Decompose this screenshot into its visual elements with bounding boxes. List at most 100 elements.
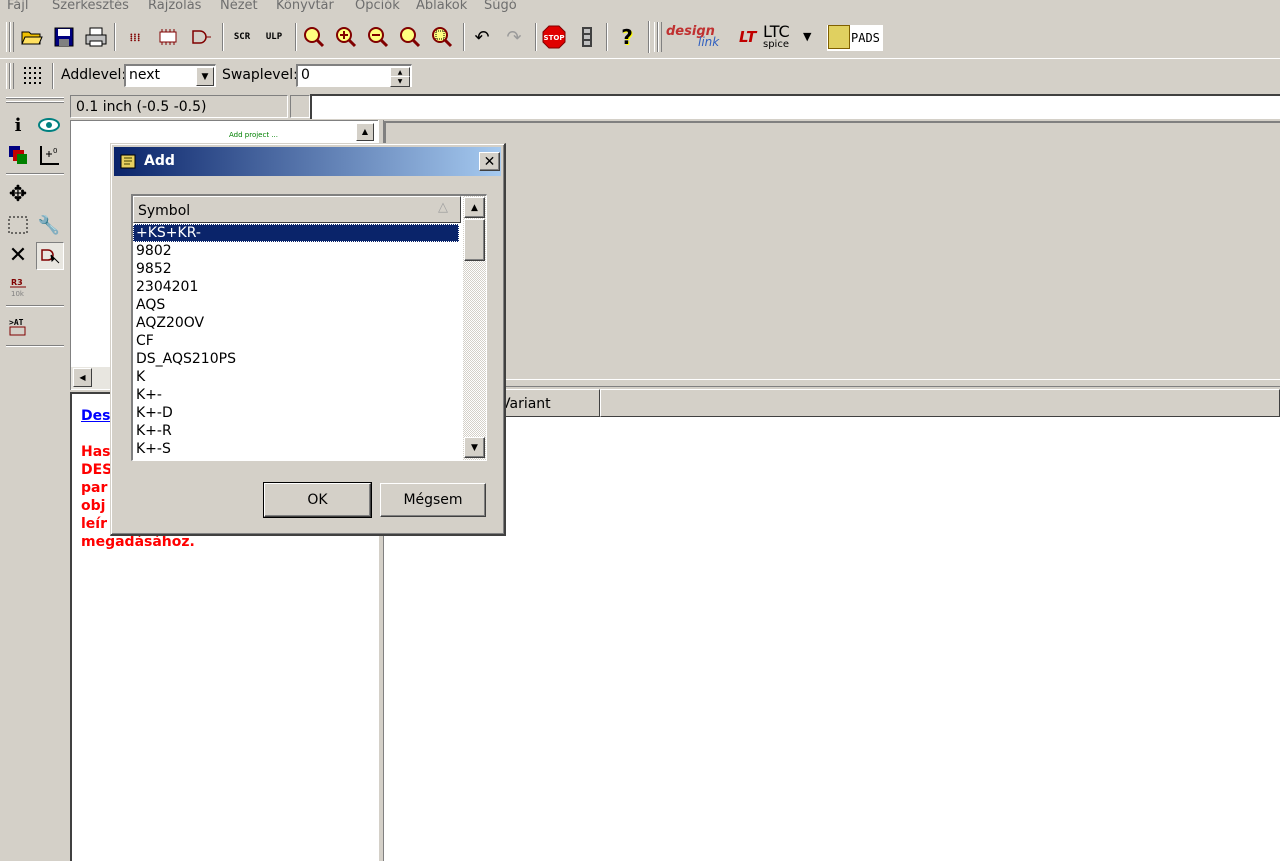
swaplevel-spinner[interactable]: 0 ▲ ▼ [296,64,412,87]
info-icon[interactable]: i [5,112,31,138]
list-item[interactable]: 9802 [133,242,459,260]
toolbar-separator [114,23,116,51]
list-item[interactable]: AQS [133,296,459,314]
dropdown-arrow-icon[interactable]: ▼ [803,30,811,43]
toolbar-separator [606,23,608,51]
scroll-down-icon[interactable]: ▼ [464,437,485,458]
list-item[interactable]: K+-R [133,422,459,440]
pads-logo-icon [828,25,850,49]
list-item[interactable]: 2304201 [133,278,459,296]
toolbar-separator [295,23,297,51]
toolbar-separator [52,63,54,89]
undo-icon[interactable]: ↶ [470,25,494,49]
menu-draw[interactable]: Rajzolás [148,0,201,13]
add-dialog: Add ✕ Symbol △ +KS+KR- 9802 9852 2304201… [110,143,506,536]
scroll-thumb[interactable] [464,219,485,261]
netlist-icon[interactable]: ⁞⁞⁞ [123,25,147,49]
command-line-input[interactable] [310,94,1280,119]
add-component-icon[interactable] [36,242,64,270]
zoom-select-icon[interactable] [430,25,454,49]
group-select-icon[interactable] [5,212,31,238]
attribute-icon[interactable]: >AT [5,313,31,339]
zoom-out-icon[interactable] [366,25,390,49]
toolbar-grip[interactable] [10,22,14,52]
list-item[interactable]: AQZ20OV [133,314,459,332]
description-link[interactable]: Des [81,408,110,424]
description-line: obj [81,498,106,514]
list-item[interactable]: CF [133,332,459,350]
column-header-empty[interactable] [600,389,1280,417]
cancel-button[interactable]: Mégsem [380,483,486,517]
toolbar-grip[interactable] [6,101,64,103]
menu-file[interactable]: Fájl [7,0,28,13]
ok-button[interactable]: OK [263,482,372,518]
swaplevel-value: 0 [301,67,310,83]
list-vscrollbar[interactable]: ▲ ▼ [463,196,486,460]
symbol-list[interactable]: Symbol △ +KS+KR- 9802 9852 2304201 AQS A… [131,194,487,461]
list-body: +KS+KR- 9802 9852 2304201 AQS AQZ20OV CF… [133,224,461,460]
save-icon[interactable] [52,25,76,49]
scroll-up-icon[interactable]: ▲ [464,197,485,218]
help-question-icon[interactable]: ? [615,25,639,49]
dialog-titlebar[interactable]: Add ✕ [114,147,501,176]
toolbar-separator [535,23,537,51]
ltspice-button[interactable]: LT LTC spice ▼ [737,22,823,52]
show-eye-icon[interactable] [36,112,62,138]
list-item[interactable]: K [133,368,459,386]
menu-windows[interactable]: Ablakok [416,0,467,13]
addlevel-select[interactable]: next ▼ [124,64,216,87]
list-item[interactable]: K+-D [133,404,459,422]
layer-display-icon[interactable] [5,142,31,168]
list-item[interactable]: DS_AQS210PS [133,350,459,368]
zoom-redraw-icon[interactable] [398,25,422,49]
ulp-icon[interactable]: ULP [262,25,286,49]
scroll-up-icon[interactable]: ▲ [356,123,374,141]
gate-icon[interactable] [189,25,213,49]
redo-icon[interactable]: ↷ [502,25,526,49]
menu-help[interactable]: Súgó [484,0,517,13]
script-icon[interactable]: SCR [230,25,254,49]
name-tag-icon[interactable]: R3 10k [5,274,31,300]
zoom-fit-icon[interactable] [302,25,326,49]
move-icon[interactable]: ✥ [5,181,31,207]
command-toolbar: i 0 ✥ 🔧 ✕ R3 10k >AT [0,93,68,861]
list-item-selected[interactable]: +KS+KR- [133,224,459,242]
column-header-symbol[interactable]: Symbol △ [133,196,461,223]
description-line: Has [81,444,111,460]
component-icon[interactable] [156,25,180,49]
pads-button[interactable]: PADS [827,25,883,51]
open-icon[interactable] [20,25,44,49]
toolbar-grip[interactable] [658,22,662,52]
delete-icon[interactable]: ✕ [5,242,31,268]
toolbar-grip[interactable] [10,63,14,89]
list-item[interactable]: 9852 [133,260,459,278]
toolbar-grip[interactable] [6,97,64,99]
change-wrench-icon[interactable]: 🔧 [36,212,62,238]
list-item[interactable]: K+-S [133,440,459,458]
mark-coordinate-icon[interactable]: 0 [36,142,62,168]
menu-edit[interactable]: Szerkesztés [52,0,129,13]
list-item[interactable]: K+- [133,386,459,404]
svg-text:0: 0 [53,147,57,155]
close-icon[interactable]: ✕ [479,152,500,171]
grid-icon[interactable] [20,63,44,87]
menu-library[interactable]: Könyvtár [276,0,334,13]
menu-bar: Fájl Szerkesztés Rajzolás Nézet Könyvtár… [0,0,1280,16]
menu-options[interactable]: Opciók [355,0,400,13]
horizontal-splitter[interactable] [384,379,1280,387]
print-icon[interactable] [84,25,108,49]
toolbar-separator [648,21,650,53]
command-separator [290,95,310,118]
menu-view[interactable]: Nézet [220,0,258,13]
scroll-left-icon[interactable]: ◀ [73,368,92,387]
go-icon[interactable] [575,25,599,49]
stop-icon[interactable]: STOP [542,25,566,49]
variant-table: Variant [384,389,1280,861]
description-line: megadásához. [81,534,195,550]
sort-ascending-icon: △ [438,200,448,215]
spin-down-icon[interactable]: ▼ [390,76,410,87]
coordinate-text: 0.1 inch (-0.5 -0.5) [76,99,207,115]
zoom-in-icon[interactable] [334,25,358,49]
chevron-down-icon[interactable]: ▼ [196,67,214,86]
designlink-logo[interactable]: design link [666,24,726,52]
